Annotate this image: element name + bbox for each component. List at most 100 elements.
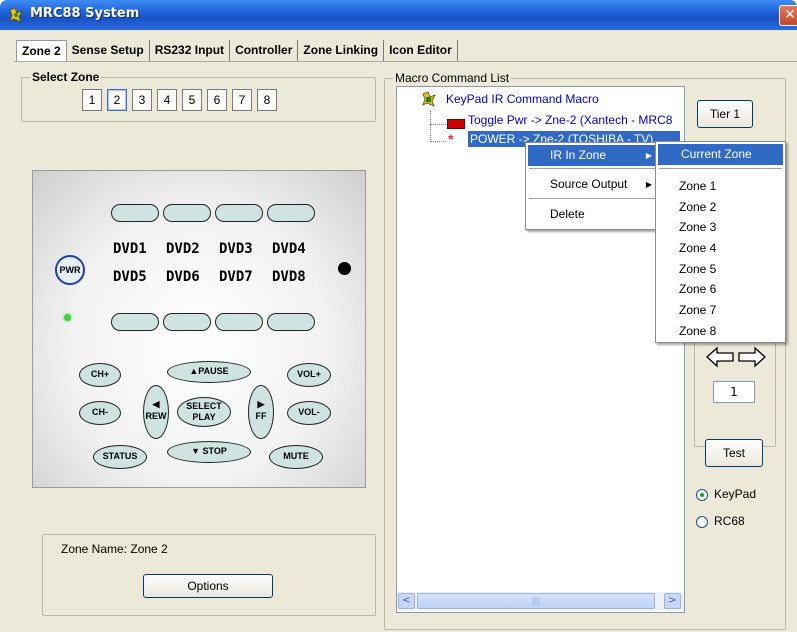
stop-button[interactable]: ▼ STOP: [167, 441, 251, 463]
status-led: [64, 314, 71, 321]
dvd6-label[interactable]: DVD6: [166, 269, 200, 285]
ff-button[interactable]: ▶ FF: [248, 385, 274, 439]
tree-connector: [430, 141, 446, 142]
submenu-zone-2[interactable]: Zone 2: [656, 197, 785, 218]
lcd-bottom-button-3[interactable]: [215, 313, 263, 331]
lcd-top-button-2[interactable]: [163, 204, 211, 222]
ch-up-button[interactable]: CH+: [79, 363, 121, 387]
dvd7-label[interactable]: DVD7: [219, 269, 253, 285]
ir-sensor-dot: [338, 262, 351, 275]
select-play-button[interactable]: SELECT PLAY: [177, 397, 231, 427]
tab-sense-setup[interactable]: Sense Setup: [67, 40, 150, 61]
keypad-macro-icon: [422, 91, 436, 107]
scroll-left-arrow-icon[interactable]: <: [398, 593, 415, 609]
test-button[interactable]: Test: [705, 439, 763, 467]
dvd5-label[interactable]: DVD5: [113, 269, 147, 285]
asterisk-icon: *: [448, 131, 454, 147]
rew-button[interactable]: ◀ REW: [143, 385, 169, 439]
menu-separator: [529, 198, 657, 199]
tab-zone-linking[interactable]: Zone Linking: [298, 40, 385, 61]
dvd3-label[interactable]: DVD3: [219, 241, 253, 257]
options-button-label: Options: [187, 579, 229, 593]
tree-item-toggle-power[interactable]: Toggle Pwr -> Zne-2 (Xantech - MRC8: [468, 113, 688, 127]
play-label: PLAY: [192, 412, 216, 422]
zone-button-3[interactable]: 3: [132, 89, 152, 111]
zone-button-4[interactable]: 4: [157, 89, 177, 111]
select-zone-label: Select Zone: [30, 70, 102, 84]
tree-root-item[interactable]: KeyPad IR Command Macro: [446, 92, 599, 106]
submenu-arrow-icon: ▶: [645, 180, 652, 189]
mute-button[interactable]: MUTE: [269, 445, 323, 469]
tree-connector: [430, 110, 431, 142]
zone-button-8[interactable]: 8: [257, 89, 277, 111]
submenu-current-zone[interactable]: Current Zone: [658, 144, 783, 165]
menu-delete-label: Delete: [550, 207, 585, 221]
dvd4-label[interactable]: DVD4: [272, 241, 306, 257]
tree-connector: [430, 124, 446, 125]
vol-down-button[interactable]: VOL-: [287, 401, 331, 425]
radio-keypad-label[interactable]: KeyPad: [714, 487, 756, 501]
lcd-bottom-button-2[interactable]: [163, 313, 211, 331]
lcd-bottom-button-1[interactable]: [111, 313, 159, 331]
window-body: Zone 2 Sense Setup RS232 Input Controlle…: [0, 30, 797, 632]
tab-icon-editor[interactable]: Icon Editor: [384, 40, 458, 61]
ff-arrow-icon: ▶: [257, 399, 265, 409]
zone-button-6[interactable]: 6: [207, 89, 227, 111]
radio-rc68[interactable]: [696, 516, 708, 528]
submenu-zone-7[interactable]: Zone 7: [656, 300, 785, 321]
submenu-zone-4[interactable]: Zone 4: [656, 238, 785, 259]
select-label: SELECT: [186, 401, 222, 411]
submenu-arrow-icon: ▶: [645, 151, 652, 160]
status-button[interactable]: STATUS: [93, 445, 147, 469]
tab-rs232-input[interactable]: RS232 Input: [150, 40, 231, 61]
app-icon: [9, 7, 23, 23]
lcd-bottom-button-4[interactable]: [267, 313, 315, 331]
tab-zone-2[interactable]: Zone 2: [16, 40, 67, 61]
menu-source-output-label: Source Output: [550, 177, 628, 191]
zone-button-2[interactable]: 2: [107, 89, 127, 111]
tier-value-box[interactable]: 1: [713, 381, 755, 403]
menu-item-delete[interactable]: Delete: [528, 204, 658, 225]
radio-rc68-label[interactable]: RC68: [714, 514, 745, 528]
ch-down-button[interactable]: CH-: [79, 401, 121, 425]
zone-button-7[interactable]: 7: [232, 89, 252, 111]
zone-button-1[interactable]: 1: [82, 89, 102, 111]
submenu-zone-8[interactable]: Zone 8: [656, 321, 785, 342]
ir-command-icon: [447, 119, 465, 129]
dvd8-label[interactable]: DVD8: [272, 269, 306, 285]
dvd2-label[interactable]: DVD2: [166, 241, 200, 257]
rew-arrow-icon: ◀: [152, 399, 160, 409]
radio-keypad[interactable]: [696, 489, 708, 501]
options-button[interactable]: Options: [143, 574, 273, 598]
close-button[interactable]: ✕: [779, 5, 797, 26]
tab-strip: Zone 2 Sense Setup RS232 Input Controlle…: [16, 40, 458, 61]
menu-item-source-output[interactable]: Source Output ▶: [528, 174, 658, 195]
lcd-top-button-4[interactable]: [267, 204, 315, 222]
ff-label: FF: [255, 411, 267, 421]
zone-submenu: Current Zone Zone 1 Zone 2 Zone 3 Zone 4…: [655, 141, 786, 343]
menu-item-ir-in-zone[interactable]: IR In Zone ▶: [528, 145, 658, 166]
keypad-image: PWR DVD1 DVD2 DVD3 DVD4 DVD5 DVD6 DVD7 D…: [32, 170, 366, 488]
vol-up-button[interactable]: VOL+: [287, 363, 331, 387]
lcd-top-button-1[interactable]: [111, 204, 159, 222]
power-button[interactable]: PWR: [55, 255, 85, 285]
zone-name-label: Zone Name: Zone 2: [61, 542, 168, 556]
pause-button[interactable]: ▲PAUSE: [167, 361, 251, 383]
rew-label: REW: [145, 411, 167, 421]
scrollbar-thumb[interactable]: |||: [417, 593, 655, 609]
submenu-separator: [659, 168, 782, 169]
context-menu: IR In Zone ▶ Source Output ▶ Delete: [525, 142, 659, 230]
submenu-zone-3[interactable]: Zone 3: [656, 217, 785, 238]
dvd1-label[interactable]: DVD1: [113, 241, 147, 257]
submenu-zone-1[interactable]: Zone 1: [656, 176, 785, 197]
tier-button[interactable]: Tier 1: [697, 100, 753, 128]
submenu-zone-5[interactable]: Zone 5: [656, 259, 785, 280]
tab-controller[interactable]: Controller: [230, 40, 299, 61]
scrollbar-grip: |||: [531, 596, 541, 605]
scroll-right-arrow-icon[interactable]: >: [664, 593, 681, 609]
lcd-top-button-3[interactable]: [215, 204, 263, 222]
zone-button-5[interactable]: 5: [182, 89, 202, 111]
tree-horizontal-scrollbar[interactable]: < ||| >: [397, 592, 684, 610]
menu-ir-in-zone-label: IR In Zone: [550, 148, 607, 162]
submenu-zone-6[interactable]: Zone 6: [656, 279, 785, 300]
